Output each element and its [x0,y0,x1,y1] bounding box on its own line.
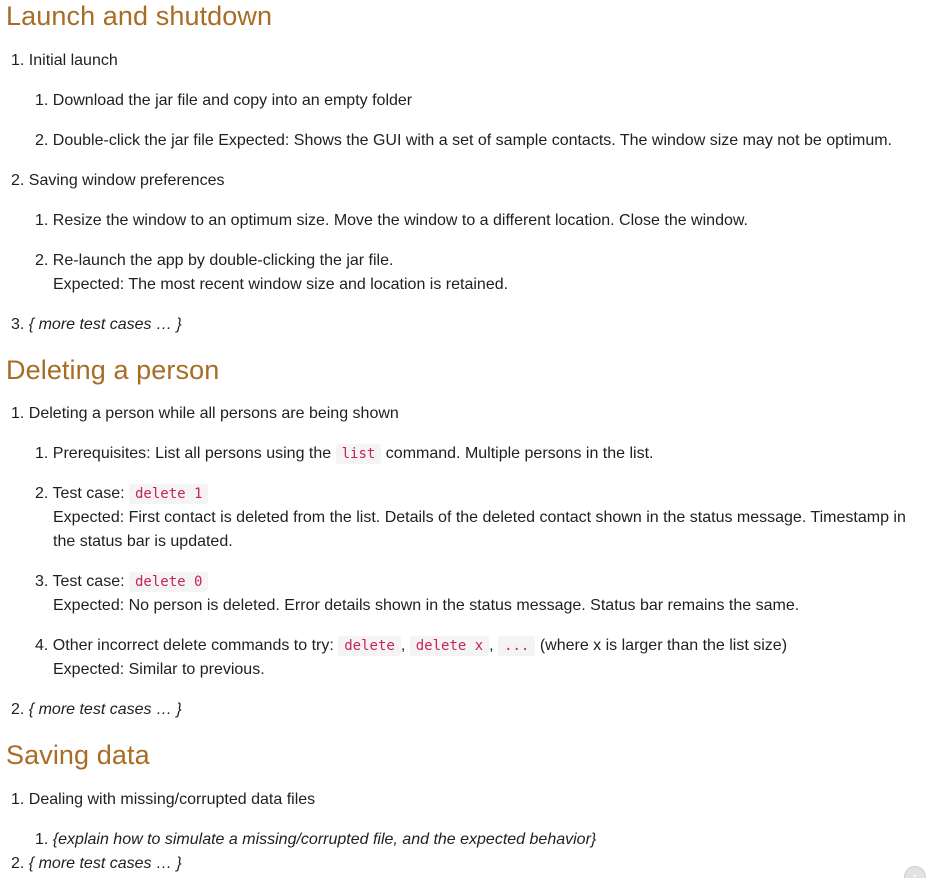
list-number: 1. [35,445,49,462]
list-item: 1. Deleting a person while all persons a… [11,402,399,426]
list-item: 2. { more test cases … } [11,698,182,722]
inline-code: list [335,444,382,464]
list-subitem-text: {explain how to simulate a missing/corru… [52,831,597,848]
list-item: 1. Dealing with missing/corrupted data f… [11,788,315,812]
expected-text: Expected: Similar to previous. [53,661,265,678]
list-item: 3. { more test cases … } [11,313,182,337]
list-subitem-text: Test case: [52,573,125,590]
inline-code: ... [498,636,536,656]
list-item-label: { more test cases … } [28,855,182,872]
expected-text: Expected: No person is deleted. Error de… [53,597,800,614]
expected-text: Expected: First contact is deleted from … [53,509,906,526]
list-number: 2. [11,855,25,872]
list-subitem: 1. Resize the window to an optimum size.… [35,209,748,233]
inline-code: delete 0 [128,572,209,592]
list-subitem: 1. Download the jar file and copy into a… [35,89,412,113]
list-subitem: 2. Test case: delete 1 [35,482,209,506]
inline-code: delete x [409,636,490,656]
list-subitem-text: Download the jar file and copy into an e… [52,92,413,109]
section-heading-launch-and-shutdown: Launch and shutdown [6,1,273,31]
list-subitem: 2. Re-launch the app by double-clicking … [35,249,393,273]
list-number: 1. [11,791,25,808]
list-number: 4. [35,637,49,654]
list-number: 2. [11,701,25,718]
section-heading-deleting-a-person: Deleting a person [6,355,220,385]
list-subitem: 3. Test case: delete 0 [35,570,209,594]
list-number: 2. [35,252,49,269]
list-subitem-text: Resize the window to an optimum size. Mo… [52,212,748,229]
list-subitem-text: (where x is larger than the list size) [539,637,788,654]
list-subitem-text: Double-click the jar file Expected: Show… [52,132,892,149]
list-subitem-text: Other incorrect delete commands to try: [52,637,334,654]
list-number: 1. [35,831,49,848]
list-subitem-text: Prerequisites: List all persons using th… [52,445,332,462]
list-subitem: 4. Other incorrect delete commands to tr… [35,636,788,656]
list-number: 1. [11,405,25,422]
list-number: 2. [35,485,49,502]
list-number: 3. [11,316,25,333]
list-number: 1. [11,52,25,69]
list-item-label: Saving window preferences [28,172,225,189]
list-number: 1. [35,212,49,229]
list-subitem: 1. {explain how to simulate a missing/co… [35,828,596,852]
list-subitem: 2. Double-click the jar file Expected: S… [35,129,892,153]
list-number: 2. [11,172,25,189]
section-heading-saving-data: Saving data [6,740,150,770]
list-number: 1. [35,92,49,109]
scroll-to-top-button[interactable]: ↑ [904,866,926,878]
arrow-up-icon: ↑ [911,869,919,878]
inline-code: delete [338,636,401,656]
document-page: Launch and shutdown 1. Initial launch 1.… [0,0,936,878]
list-item-label: { more test cases … } [28,316,182,333]
list-subitem-text: Test case: [52,485,125,502]
list-subitem-text: command. Multiple persons in the list. [385,445,654,462]
list-item-label: Dealing with missing/corrupted data file… [28,791,316,808]
list-number: 2. [35,132,49,149]
list-subitem: 1. Prerequisites: List all persons using… [35,442,653,466]
list-item: 1. Initial launch [11,49,118,73]
expected-text: Expected: The most recent window size an… [53,276,509,293]
list-number: 3. [35,573,49,590]
list-item: 2. Saving window preferences [11,169,224,193]
list-item: 2. { more test cases … } [11,852,182,876]
list-item-label: Initial launch [28,52,118,69]
list-item-label: { more test cases … } [28,701,182,718]
list-item-label: Deleting a person while all persons are … [28,405,399,422]
expected-text: the status bar is updated. [53,533,233,550]
list-subitem-text: Re-launch the app by double-clicking the… [52,252,394,269]
inline-code: delete 1 [128,484,209,504]
